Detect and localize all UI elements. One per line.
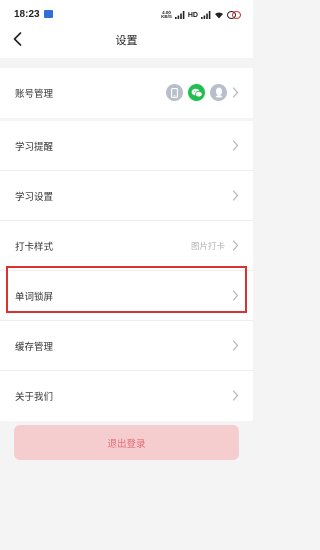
status-bar: 18:23 4.00 KB/S HD xyxy=(0,0,253,22)
cache-management-label: 缓存管理 xyxy=(15,342,54,353)
network-speed: 4.00 KB/S xyxy=(161,10,172,20)
app-header: 设置 xyxy=(0,22,253,58)
hd-voice-label: HD xyxy=(187,11,198,19)
signal-icon-2 xyxy=(201,11,211,19)
study-reminder-row[interactable]: 学习提醒 xyxy=(0,121,253,171)
page-title: 设置 xyxy=(115,34,138,47)
study-settings-label: 学习设置 xyxy=(15,192,54,203)
highlight-box xyxy=(6,266,247,313)
signal-icon xyxy=(174,11,185,19)
chevron-right-icon xyxy=(232,240,239,251)
wechat-icon xyxy=(188,84,205,101)
qq-icon xyxy=(210,84,227,101)
account-group: 账号管理 xyxy=(0,68,253,118)
cache-management-row[interactable]: 缓存管理 xyxy=(0,321,253,371)
about-us-row[interactable]: 关于我们 xyxy=(0,371,253,421)
checkin-style-value: 图片打卡 xyxy=(190,242,225,252)
study-reminder-label: 学习提醒 xyxy=(15,142,54,153)
chevron-right-icon xyxy=(232,140,239,151)
phone-icon xyxy=(166,84,183,101)
network-speed-unit: KB/S xyxy=(161,14,172,19)
chevron-right-icon xyxy=(232,190,239,201)
wifi-icon xyxy=(215,12,223,19)
linked-accounts xyxy=(166,84,227,101)
about-us-label: 关于我们 xyxy=(15,392,54,403)
study-settings-row[interactable]: 学习设置 xyxy=(0,171,253,221)
checkin-style-label: 打卡样式 xyxy=(15,242,54,253)
battery-icon xyxy=(227,11,241,19)
notification-app-icon xyxy=(44,10,53,18)
status-indicators: 4.00 KB/S HD xyxy=(161,10,241,20)
chevron-right-icon xyxy=(232,340,239,351)
logout-button[interactable]: 退出登录 xyxy=(14,425,239,460)
status-time: 18:23 xyxy=(14,9,40,20)
chevron-right-icon xyxy=(232,87,239,98)
checkin-style-row[interactable]: 打卡样式 图片打卡 xyxy=(0,221,253,271)
account-management-row[interactable]: 账号管理 xyxy=(0,68,253,118)
account-management-label: 账号管理 xyxy=(15,89,54,100)
chevron-right-icon xyxy=(232,390,239,401)
